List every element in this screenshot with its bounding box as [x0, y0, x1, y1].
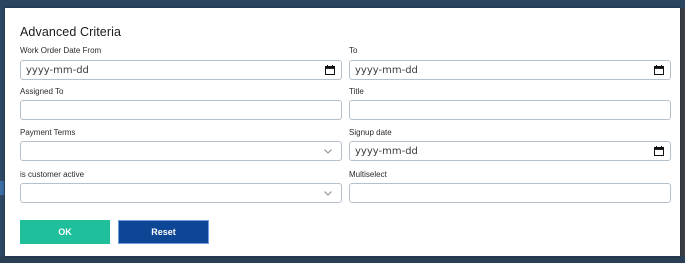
- work-order-date-from-label: Work Order Date From: [20, 46, 102, 55]
- work-order-date-from-placeholder: yyyy-mm-dd: [26, 65, 89, 76]
- assigned-to-label: Assigned To: [20, 87, 64, 96]
- bottom-background-strip: [0, 256, 685, 263]
- chevron-down-icon: [324, 149, 332, 154]
- signup-date-label: Signup date: [349, 128, 392, 137]
- top-background-strip: [0, 0, 685, 8]
- is-customer-active-label: is customer active: [20, 170, 85, 179]
- to-date-placeholder: yyyy-mm-dd: [355, 65, 418, 76]
- reset-button[interactable]: Reset: [118, 220, 209, 244]
- signup-date-input[interactable]: yyyy-mm-dd: [349, 141, 671, 161]
- advanced-criteria-dialog: Advanced Criteria Work Order Date From y…: [5, 8, 680, 256]
- right-background-strip: [680, 8, 685, 263]
- calendar-icon[interactable]: [325, 65, 335, 75]
- is-customer-active-select[interactable]: [20, 183, 342, 203]
- multiselect-input[interactable]: [349, 183, 671, 203]
- title-label: Title: [349, 87, 364, 96]
- title-input[interactable]: [349, 100, 671, 120]
- to-date-input[interactable]: yyyy-mm-dd: [349, 60, 671, 80]
- work-order-date-from-input[interactable]: yyyy-mm-dd: [20, 60, 342, 80]
- left-edge-tab: [0, 181, 4, 195]
- payment-terms-select[interactable]: [20, 141, 342, 161]
- to-label: To: [349, 46, 358, 55]
- dialog-title: Advanced Criteria: [20, 25, 122, 39]
- assigned-to-input[interactable]: [20, 100, 342, 120]
- signup-date-placeholder: yyyy-mm-dd: [355, 146, 418, 157]
- calendar-icon[interactable]: [654, 146, 664, 156]
- calendar-icon[interactable]: [654, 65, 664, 75]
- ok-button[interactable]: OK: [20, 220, 110, 244]
- multiselect-label: Multiselect: [349, 170, 387, 179]
- payment-terms-label: Payment Terms: [20, 128, 76, 137]
- chevron-down-icon: [324, 191, 332, 196]
